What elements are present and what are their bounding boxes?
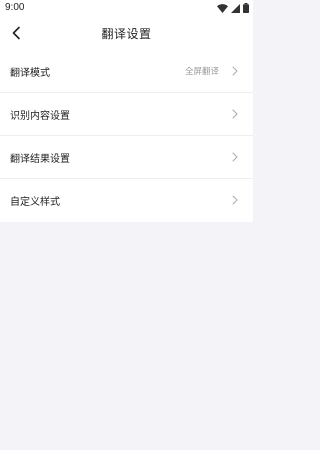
status-bar: 9:00 (0, 0, 253, 16)
header: 翻译设置 (0, 16, 253, 50)
settings-item-translation-mode[interactable]: 翻译模式 全屏翻译 (0, 50, 253, 93)
chevron-right-icon (232, 152, 238, 162)
settings-item-label: 翻译模式 (10, 68, 50, 79)
screen: 9:00 翻译设置 翻译模式 全屏翻译 识别内容设置 翻译结果设置 自定义样式 (0, 0, 253, 450)
status-icons (217, 3, 249, 13)
chevron-right-icon (232, 109, 238, 119)
settings-item-translation-result[interactable]: 翻译结果设置 (0, 136, 253, 179)
chevron-right-icon (232, 66, 238, 76)
chevron-right-icon (232, 195, 238, 205)
settings-item-label: 自定义样式 (10, 197, 60, 208)
wifi-icon (217, 3, 228, 13)
signal-icon (231, 3, 240, 13)
status-time: 9:00 (5, 2, 25, 13)
settings-item-label: 翻译结果设置 (10, 154, 70, 165)
battery-icon (243, 3, 249, 13)
settings-item-value: 全屏翻译 (184, 67, 219, 77)
settings-item-custom-style[interactable]: 自定义样式 (0, 179, 253, 222)
settings-item-label: 识别内容设置 (10, 111, 70, 122)
page-title: 翻译设置 (101, 27, 152, 41)
settings-item-recognition-content[interactable]: 识别内容设置 (0, 93, 253, 136)
settings-list: 翻译模式 全屏翻译 识别内容设置 翻译结果设置 自定义样式 (0, 50, 253, 222)
